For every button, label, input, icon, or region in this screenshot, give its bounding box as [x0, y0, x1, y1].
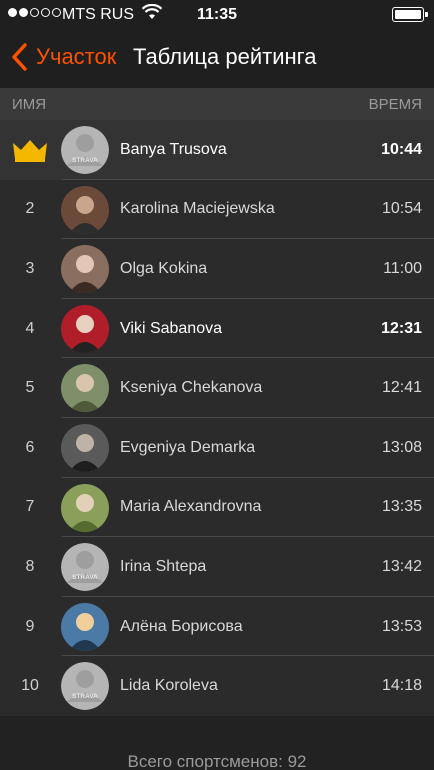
footer: Всего спортсменов: 92 — [0, 716, 434, 770]
rank-cell: 2 — [25, 200, 35, 218]
rank-cell: 6 — [25, 438, 35, 456]
strava-placeholder-avatar: STRAVA — [61, 543, 109, 592]
svg-text:STRAVA: STRAVA — [72, 693, 98, 700]
athlete-name: Banya Trusova — [120, 140, 227, 158]
leaderboard-row[interactable]: 9 Алёна Борисова 13:53 — [0, 596, 434, 657]
strava-placeholder-avatar: STRAVA — [61, 662, 109, 711]
athlete-name: Maria Alexandrovna — [120, 498, 262, 516]
leaderboard-row[interactable]: 10 STRAVA Lida Koroleva 14:18 — [0, 656, 434, 716]
athlete-name: Алёна Борисова — [120, 617, 243, 635]
athlete-name: Evgeniya Demarka — [120, 438, 256, 456]
leaderboard-row[interactable]: 5 Kseniya Chekanova 12:41 — [0, 358, 434, 418]
leaderboard-row[interactable]: 6 Evgeniya Demarka 13:08 — [0, 417, 434, 478]
back-button[interactable]: Участок — [10, 42, 116, 72]
athlete-name: Karolina Maciejewska — [120, 200, 275, 218]
athlete-time: 13:53 — [381, 617, 422, 635]
status-bar: MTS RUS 11:35 — [0, 0, 434, 30]
leaderboard-row[interactable]: 7 Maria Alexandrovna 13:35 — [0, 477, 434, 538]
clock: 11:35 — [196, 6, 238, 23]
athlete-time: 13:42 — [381, 557, 422, 575]
athlete-photo-avatar — [61, 364, 109, 413]
athlete-name: Olga Kokina — [120, 259, 208, 277]
navigation-bar: Участок Таблица рейтинга — [0, 30, 434, 88]
rank-cell: 9 — [25, 617, 35, 635]
leaderboard-list: STRAVA Banya Trusova 10:44 2 Karolina Ma… — [0, 120, 434, 716]
svg-text:STRAVA: STRAVA — [72, 574, 98, 581]
athlete-name: Kseniya Chekanova — [120, 379, 263, 397]
rank-cell: 5 — [25, 379, 35, 397]
athlete-time: 14:18 — [381, 677, 422, 695]
athlete-photo-avatar — [61, 483, 109, 532]
athlete-photo-avatar — [61, 185, 109, 234]
crown-icon — [13, 139, 47, 162]
rank-cell — [0, 120, 60, 180]
table-header: ИМЯ ВРЕМЯ — [0, 88, 434, 120]
athlete-photo-avatar — [61, 245, 109, 294]
athlete-photo-avatar — [61, 602, 109, 651]
athlete-time: 13:08 — [381, 438, 422, 456]
athlete-time: 13:35 — [381, 498, 422, 516]
leaderboard-row[interactable]: 8 STRAVA Irina Shtepa 13:42 — [0, 537, 434, 597]
total-athletes: Всего спортсменов: 92 — [127, 752, 307, 770]
rank-cell: 3 — [25, 259, 35, 277]
page-title: Таблица рейтинга — [133, 44, 317, 69]
battery-icon — [392, 7, 428, 22]
athlete-time: 12:31 — [381, 319, 422, 337]
athlete-time: 10:54 — [381, 200, 422, 218]
chevron-left-icon — [12, 43, 27, 71]
athlete-time: 11:00 — [383, 259, 422, 277]
column-header-name: ИМЯ — [12, 96, 47, 113]
leaderboard-row[interactable]: 4 Viki Sabanova 12:31 — [0, 298, 434, 359]
column-header-time: ВРЕМЯ — [368, 96, 422, 113]
rank-cell: 10 — [21, 677, 39, 695]
leaderboard-row[interactable]: 2 Karolina Maciejewska 10:54 — [0, 179, 434, 240]
athlete-photo-avatar — [61, 304, 109, 353]
leaderboard-row[interactable]: 3 Olga Kokina 11:00 — [0, 239, 434, 299]
athlete-photo-avatar — [61, 423, 109, 472]
rank-cell: 4 — [25, 319, 35, 337]
rank-cell: 8 — [25, 557, 35, 575]
athlete-name: Lida Koroleva — [120, 677, 218, 695]
athlete-name: Viki Sabanova — [120, 319, 222, 337]
back-button-label: Участок — [36, 44, 117, 69]
rank-cell: 7 — [25, 498, 35, 516]
athlete-name: Irina Shtepa — [120, 557, 207, 575]
strava-placeholder-avatar: STRAVA — [61, 126, 109, 174]
athlete-time: 12:41 — [381, 379, 422, 397]
leaderboard-row[interactable]: STRAVA Banya Trusova 10:44 — [0, 120, 434, 180]
svg-text:STRAVA: STRAVA — [72, 157, 98, 164]
athlete-time: 10:44 — [381, 140, 422, 158]
